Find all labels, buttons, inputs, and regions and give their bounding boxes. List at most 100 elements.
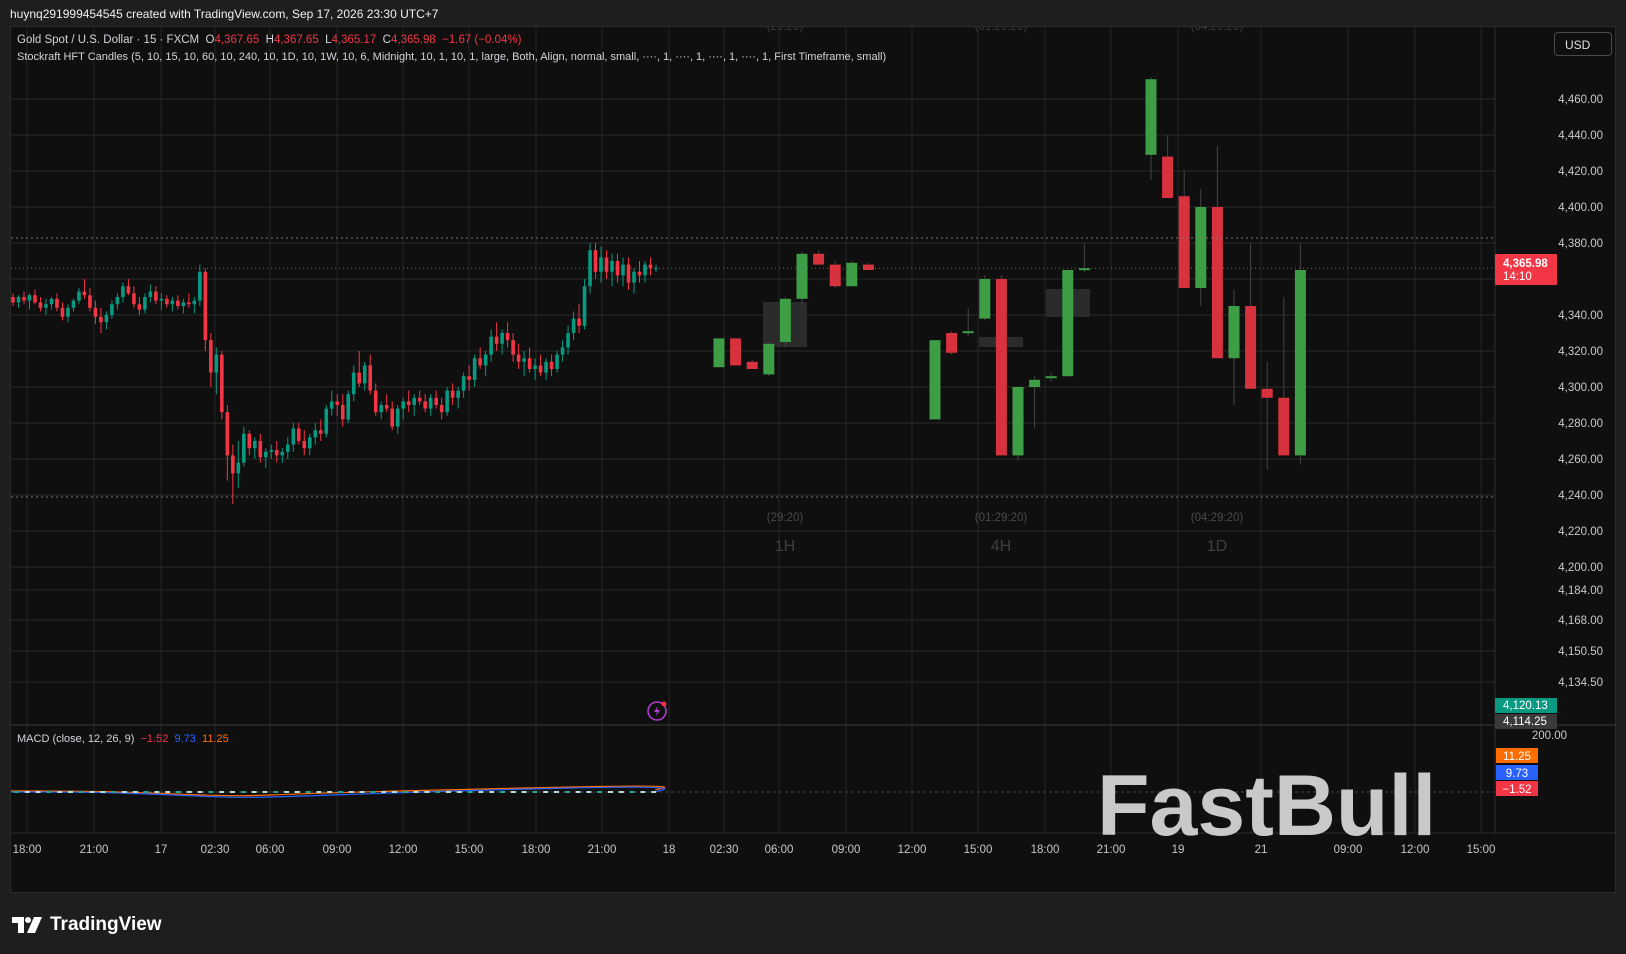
macd-histogram-bar	[392, 791, 397, 793]
macd-histogram-bar	[186, 791, 192, 793]
candle-body	[346, 394, 351, 420]
price-tick-label: 4,240.00	[1558, 490, 1603, 502]
time-tick-label: 21:00	[80, 844, 109, 856]
hft-candle-body	[1228, 306, 1240, 359]
macd-histogram-bar	[208, 791, 214, 793]
indicator-legend[interactable]: Stockraft HFT Candles (5, 10, 15, 10, 60…	[17, 51, 886, 63]
macd-histogram-bar	[608, 791, 613, 793]
candle-body	[291, 428, 296, 445]
price-tick-label: 4,220.00	[1558, 526, 1603, 538]
price-chart[interactable]: (29:20) (29:20) 1H (01:29:20) (01:29:20) 4H (0…	[10, 21, 1615, 892]
candle-body	[412, 397, 416, 405]
candle-body	[148, 291, 153, 297]
hft-timeframe-label: 1D	[1207, 538, 1227, 555]
candle-body	[357, 372, 362, 384]
candle-body	[33, 295, 37, 303]
time-tick-label: 06:00	[765, 844, 794, 856]
chart-area[interactable]: (29:20) (29:20) 1H (01:29:20) (01:29:20) 4H (0…	[10, 21, 1616, 893]
time-tick-label: 02:30	[710, 844, 739, 856]
candle-body	[428, 397, 433, 409]
candle-body	[11, 297, 15, 303]
macd-legend[interactable]: MACD (close, 12, 26, 9) −1.52 9.73 11.25	[17, 733, 229, 745]
currency-button[interactable]: USD	[1554, 32, 1612, 56]
candle-body	[264, 451, 268, 458]
alert-icon[interactable]	[647, 701, 667, 721]
macd-histogram-bar	[35, 791, 41, 793]
time-tick-label: 21	[1255, 844, 1268, 856]
candle-body	[434, 397, 438, 405]
candle-body	[632, 271, 636, 283]
candle-body	[571, 318, 576, 333]
candle-body	[615, 261, 620, 276]
hft-candle-body	[1145, 79, 1157, 155]
macd-value: −1.52	[140, 733, 169, 745]
macd-histogram-bar	[273, 791, 279, 793]
candle-body	[269, 450, 274, 452]
macd-histogram-bar	[165, 791, 171, 793]
macd-histogram-bar	[327, 791, 333, 793]
time-tick-label: 02:30	[201, 844, 230, 856]
candle-body	[538, 365, 543, 373]
candle-body	[242, 433, 246, 463]
candle-body	[110, 304, 114, 315]
symbol-legend[interactable]: Gold Spot / U.S. Dollar · 15 · FXCM O4,3…	[17, 34, 521, 46]
time-tick-label: 17	[155, 844, 168, 856]
macd-histogram-bar	[111, 791, 117, 793]
candle-body	[176, 300, 180, 306]
candle-body	[99, 316, 103, 323]
hft-candle-body	[1245, 306, 1257, 389]
hft-timeframe-label: 4H	[991, 538, 1011, 555]
tradingview-screenshot: huynq291999454545 created with TradingVi…	[0, 0, 1626, 954]
candle-body	[280, 451, 285, 456]
macd-histogram-bar	[294, 791, 300, 793]
macd-histogram-bar	[240, 791, 246, 793]
candle-body	[637, 271, 642, 276]
hft-candle-body	[763, 343, 775, 375]
macd-histogram-bar	[597, 791, 603, 793]
price-label-text: 4,120.13	[1503, 700, 1548, 712]
candle-body	[285, 444, 290, 452]
watermark: FastBull	[1097, 758, 1436, 854]
price-tick-label: 4,150.50	[1558, 646, 1603, 658]
symbol-name: Gold Spot / U.S. Dollar · 15 · FXCM	[17, 34, 200, 46]
candle-body	[467, 376, 471, 380]
macd-histogram-bar	[284, 791, 289, 793]
macd-histogram-bar	[57, 791, 63, 793]
time-tick-label: 21:00	[1097, 844, 1126, 856]
macd-histogram-bar	[510, 791, 516, 793]
time-tick-label: 18:00	[1031, 844, 1060, 856]
brand-name: TradingView	[50, 914, 162, 935]
price-axis: 4,460.00 4,440.00 4,420.00 4,400.00 4,380.00…	[1558, 94, 1603, 689]
price-tick-label: 4,168.00	[1558, 615, 1603, 627]
time-tick-label: 19	[1172, 844, 1185, 856]
candle-body	[505, 333, 510, 341]
time-tick-label: 21:00	[588, 844, 617, 856]
candle-body	[38, 302, 43, 308]
candle-body	[187, 302, 191, 305]
candle-body	[527, 358, 532, 369]
macd-badge-text: 11.25	[1503, 751, 1531, 763]
hft-candle-body	[1278, 397, 1290, 456]
price-tick-label: 4,380.00	[1558, 238, 1603, 250]
hft-candle-body	[1294, 270, 1306, 456]
candle-body	[450, 390, 455, 398]
hft-remaining-label-top: (29:20)	[767, 27, 804, 33]
tradingview-logo[interactable]: TradingView	[12, 912, 162, 938]
hft-candle-body	[779, 298, 791, 342]
change-value: −1.67 (−0.04%)	[442, 34, 522, 46]
candle-body	[368, 365, 373, 391]
price-tick-label: 4,320.00	[1558, 346, 1603, 358]
candle-body	[27, 295, 32, 301]
candle-body	[143, 297, 147, 310]
macd-badge-text: 9.73	[1506, 768, 1528, 780]
hft-candle-body	[730, 338, 742, 366]
hft-candles	[713, 77, 1306, 470]
macd-histogram-bar	[78, 791, 84, 793]
time-tick-label: 18	[663, 844, 676, 856]
candle-body	[604, 257, 609, 272]
time-tick-label: 15:00	[455, 844, 484, 856]
time-tick-label: 18:00	[13, 844, 42, 856]
macd-axis-label: 200.00	[1532, 730, 1567, 742]
open-value: 4,367.65	[214, 34, 260, 46]
candles-15m	[11, 243, 658, 504]
